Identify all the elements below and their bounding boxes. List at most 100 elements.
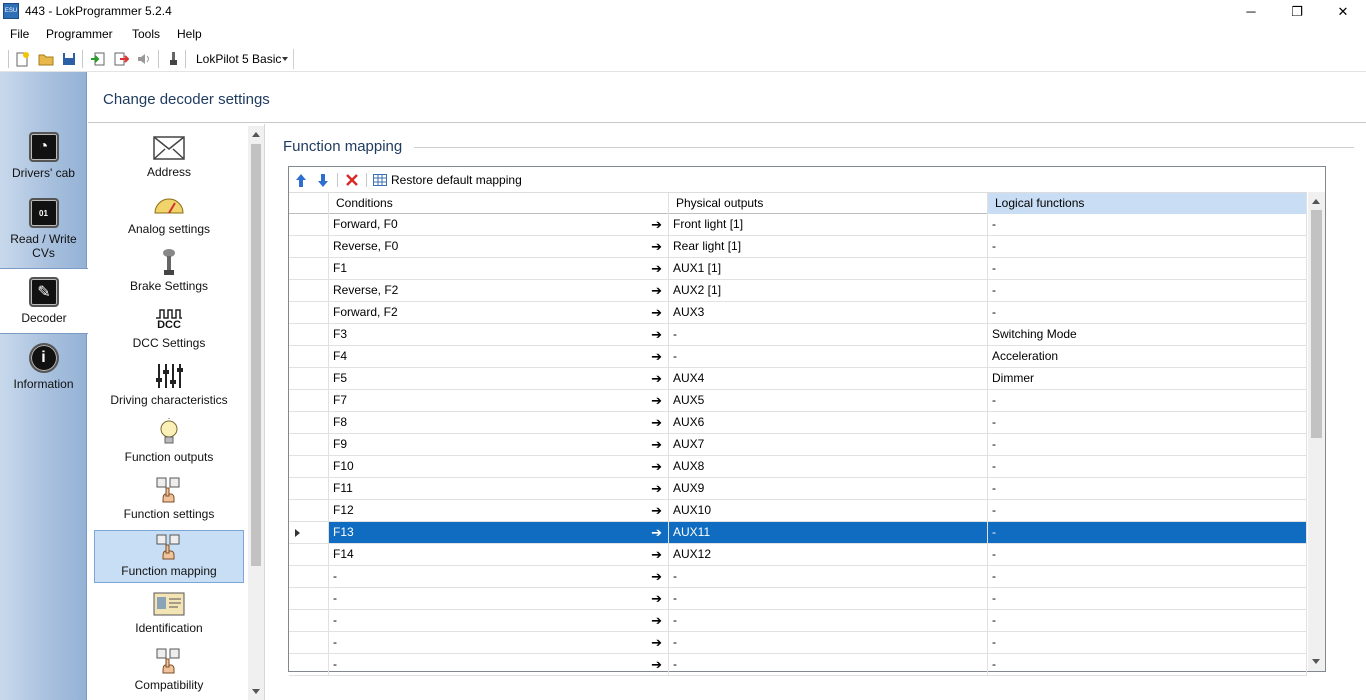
table-row[interactable]: - ➔ - - [289,588,1307,610]
row-selector[interactable] [289,478,329,499]
cell-condition[interactable]: Forward, F2 ➔ [329,302,669,323]
scroll-down-icon[interactable] [252,689,260,694]
cell-condition[interactable]: Reverse, F2 ➔ [329,280,669,301]
row-selector[interactable] [289,236,329,257]
cell-condition[interactable]: F8 ➔ [329,412,669,433]
cell-physical-output[interactable]: AUX10 [669,500,988,521]
settings-item-compatibility[interactable]: Compatibility [94,645,244,698]
minimize-button[interactable]: ─ [1228,0,1274,23]
menu-tools[interactable]: Tools [132,27,160,41]
cell-physical-output[interactable]: AUX2 [1] [669,280,988,301]
cell-condition[interactable]: Reverse, F0 ➔ [329,236,669,257]
table-row[interactable]: - ➔ - - [289,654,1307,676]
table-row[interactable]: F8 ➔ AUX6- [289,412,1307,434]
cell-physical-output[interactable]: AUX12 [669,544,988,565]
cell-logical-function[interactable]: - [988,654,1307,675]
table-row[interactable]: Forward, F0 ➔ Front light [1] - [289,214,1307,236]
cell-physical-output[interactable]: - [669,324,988,345]
row-selector[interactable] [289,654,329,675]
row-selector[interactable] [289,368,329,389]
row-selector[interactable] [289,412,329,433]
cell-physical-output[interactable]: - [669,566,988,587]
scroll-up-icon[interactable] [1312,199,1320,204]
table-row[interactable]: F5 ➔ AUX4 Dimmer [289,368,1307,390]
cell-logical-function[interactable]: - [988,236,1307,257]
cell-condition[interactable]: Forward, F0 ➔ [329,214,669,235]
cell-physical-output[interactable]: - [669,610,988,631]
row-selector[interactable] [289,566,329,587]
table-row[interactable]: - ➔ - - [289,566,1307,588]
cell-condition[interactable]: F9 ➔ [329,434,669,455]
table-row[interactable]: F11 ➔ AUX9- [289,478,1307,500]
cell-condition[interactable]: - ➔ [329,654,669,675]
settings-item-function-outputs[interactable]: Function outputs [94,417,244,470]
settings-item-driving[interactable]: Driving characteristics [94,360,244,413]
cell-logical-function[interactable]: Acceleration [988,346,1307,367]
cell-physical-output[interactable]: AUX4 [669,368,988,389]
table-row[interactable]: F4 ➔ - Acceleration [289,346,1307,368]
scrollbar-thumb[interactable] [1311,210,1322,438]
sound-icon[interactable] [135,50,152,67]
cell-physical-output[interactable]: - [669,632,988,653]
grid-scrollbar[interactable] [1308,192,1325,671]
row-selector[interactable] [289,610,329,631]
row-selector[interactable] [289,632,329,653]
cell-condition[interactable]: F11 ➔ [329,478,669,499]
menu-help[interactable]: Help [177,27,202,41]
cell-physical-output[interactable]: AUX3 [669,302,988,323]
cell-condition[interactable]: F12 ➔ [329,500,669,521]
settings-item-dcc[interactable]: DCC DCC Settings [94,303,244,356]
import-icon[interactable] [89,50,106,67]
export-icon[interactable] [112,50,129,67]
cell-condition[interactable]: - ➔ [329,566,669,587]
row-selector[interactable] [289,302,329,323]
table-row[interactable]: - ➔ - - [289,632,1307,654]
cell-logical-function[interactable]: - [988,214,1307,235]
cell-physical-output[interactable]: AUX8 [669,456,988,477]
cell-physical-output[interactable]: AUX7 [669,434,988,455]
cell-logical-function[interactable]: - [988,566,1307,587]
cell-condition[interactable]: F4 ➔ [329,346,669,367]
delete-icon[interactable] [345,171,359,188]
cell-physical-output[interactable]: AUX11 [669,522,988,543]
cell-logical-function[interactable]: - [988,500,1307,521]
cell-physical-output[interactable]: - [669,588,988,609]
scroll-down-icon[interactable] [1312,659,1320,664]
rail-item-decoder[interactable]: ✎ Decoder [0,268,88,334]
table-row[interactable]: F14 ➔ AUX12- [289,544,1307,566]
cell-physical-output[interactable]: AUX6 [669,412,988,433]
column-header-physical-outputs[interactable]: Physical outputs [669,193,988,214]
cell-logical-function[interactable]: - [988,588,1307,609]
save-icon[interactable] [60,50,77,67]
cell-physical-output[interactable]: Rear light [1] [669,236,988,257]
settings-item-analog[interactable]: Analog settings [94,189,244,242]
cell-logical-function[interactable]: - [988,412,1307,433]
open-folder-icon[interactable] [37,50,54,67]
row-selector[interactable] [289,500,329,521]
table-row[interactable]: F1 ➔ AUX1 [1] - [289,258,1307,280]
cell-condition[interactable]: F13 ➔ [329,522,669,543]
column-header-conditions[interactable]: Conditions [329,193,669,214]
cell-logical-function[interactable]: Dimmer [988,368,1307,389]
rail-item-drivers-cab[interactable]: ◔ Drivers' cab [0,132,87,180]
cell-logical-function[interactable]: - [988,434,1307,455]
scrollbar-thumb[interactable] [251,144,261,566]
table-row[interactable]: F12 ➔ AUX10- [289,500,1307,522]
menu-file[interactable]: File [10,27,29,41]
settings-item-function-mapping[interactable]: Function mapping [94,530,244,583]
cell-condition[interactable]: - ➔ [329,632,669,653]
cell-logical-function[interactable]: - [988,544,1307,565]
table-row[interactable]: Reverse, F2 ➔ AUX2 [1] - [289,280,1307,302]
cell-logical-function[interactable]: Switching Mode [988,324,1307,345]
cell-logical-function[interactable]: - [988,280,1307,301]
new-file-icon[interactable] [13,50,30,67]
programmer-tool-icon[interactable] [164,50,181,67]
row-selector[interactable] [289,456,329,477]
move-down-icon[interactable] [316,171,330,188]
cell-condition[interactable]: F10 ➔ [329,456,669,477]
cell-logical-function[interactable]: - [988,522,1307,543]
column-header-logical-functions[interactable]: Logical functions [988,193,1307,214]
move-up-icon[interactable] [294,171,308,188]
row-selector[interactable] [289,522,329,543]
table-row[interactable]: F7 ➔ AUX5- [289,390,1307,412]
